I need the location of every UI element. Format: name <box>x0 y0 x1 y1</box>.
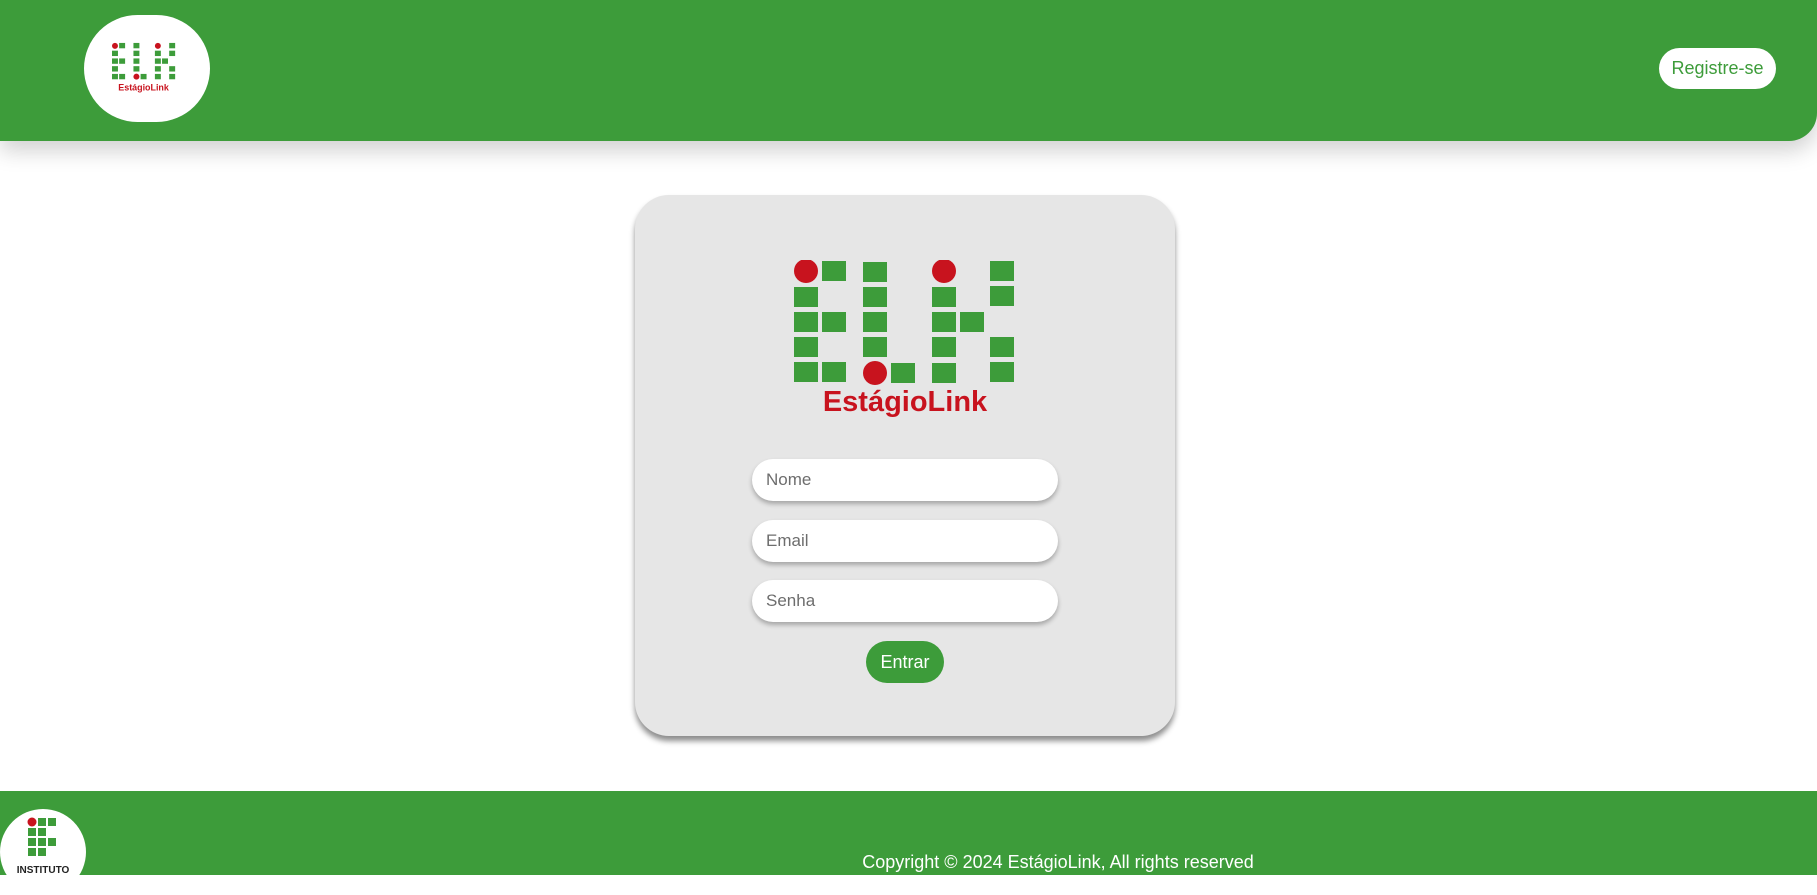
email-input[interactable] <box>752 520 1058 562</box>
name-input[interactable] <box>752 459 1058 501</box>
register-button[interactable]: Registre-se <box>1659 48 1776 89</box>
header-logo-text: EstágioLink <box>118 82 169 92</box>
password-input[interactable] <box>752 580 1058 622</box>
copyright-text: Copyright © 2024 EstágioLink, All rights… <box>862 852 1254 872</box>
card-logo-text: EstágioLink <box>823 386 988 418</box>
login-card: EstágioLink Entrar <box>635 195 1175 736</box>
login-submit-button[interactable]: Entrar <box>866 641 944 683</box>
estagiolink-logo[interactable]: EstágioLink <box>84 15 210 122</box>
estagiolink-logo-mark: EstágioLink <box>112 42 176 92</box>
estagiolink-logo-large: EstágioLink <box>794 260 1014 418</box>
site-header: EstágioLink Registre-se <box>0 0 1817 141</box>
